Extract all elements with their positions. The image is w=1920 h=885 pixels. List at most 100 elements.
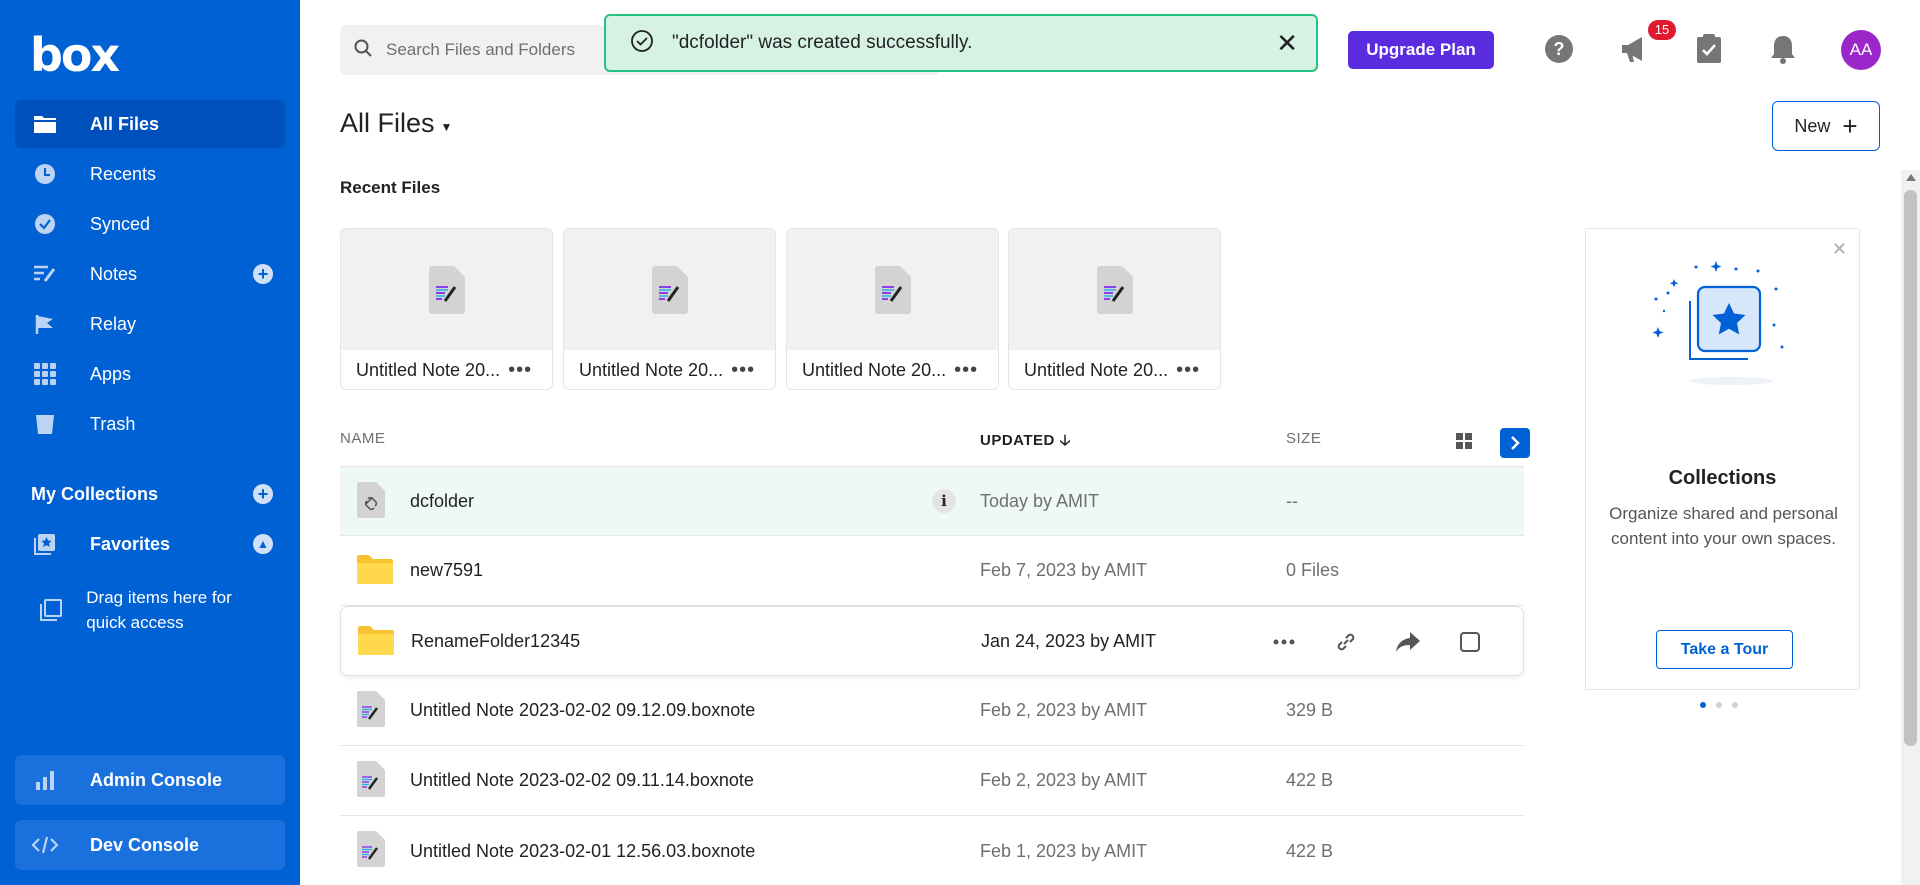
sidebar-item-favorites[interactable]: Favorites ▲ [15,520,285,568]
close-icon[interactable]: ✕ [1832,239,1847,260]
scrollbar[interactable] [1901,170,1920,885]
file-name[interactable]: RenameFolder12345 [411,631,580,652]
select-checkbox[interactable] [1457,629,1483,655]
column-header-name[interactable]: NAME [340,430,385,447]
sidebar-item-recents[interactable]: Recents [15,150,285,198]
file-size: -- [1286,490,1298,511]
file-name[interactable]: Untitled Note 2023-02-02 09.11.14.boxnot… [410,770,754,791]
bell-icon[interactable] [1766,32,1800,66]
more-options-icon[interactable] [1271,629,1297,655]
page-title[interactable]: All Files ▼ [340,108,452,139]
help-icon[interactable]: ? [1542,32,1576,66]
admin-console-button[interactable]: Admin Console [15,755,285,805]
chevron-right-icon [1511,436,1520,450]
toggle-sidebar-button[interactable] [1500,428,1530,458]
file-name[interactable]: dcfolder [410,491,474,512]
recent-file-thumbnail [564,229,775,350]
search-input[interactable] [386,40,586,60]
boxnote-icon [356,760,386,803]
more-options-icon[interactable]: ••• [1176,359,1200,382]
recent-file-card[interactable]: Untitled Note 20... ••• [340,228,553,390]
recent-file-name: Untitled Note 20... [1024,360,1169,380]
box-logo[interactable]: box [30,28,120,82]
scrollbar-thumb[interactable] [1904,190,1917,746]
megaphone-icon[interactable] [1617,32,1651,66]
table-row[interactable]: new7591 Feb 7, 2023 by AMIT 0 Files [340,536,1524,606]
copy-icon [40,599,62,635]
new-button[interactable]: New + [1772,101,1880,151]
recent-file-name: Untitled Note 20... [802,360,947,380]
sidebar-item-my-collections[interactable]: My Collections + [15,470,285,518]
table-row[interactable]: Untitled Note 2023-02-02 09.12.09.boxnot… [340,676,1524,746]
recent-file-card[interactable]: Untitled Note 20... ••• [786,228,999,390]
file-updated: Feb 2, 2023 by AMIT [980,700,1148,720]
search-icon [354,39,372,62]
tasks-clipboard-icon[interactable] [1692,32,1726,66]
success-toast: "dcfolder" was created successfully. ✕ [604,14,1318,72]
check-circle-icon [630,29,654,58]
file-updated: Feb 2, 2023 by AMIT [980,770,1148,790]
table-row[interactable]: dcfolder i Today by AMIT -- [340,466,1524,536]
sidebar-item-apps[interactable]: Apps [15,350,285,398]
share-icon[interactable] [1395,629,1421,655]
sidebar-item-relay[interactable]: Relay [15,300,285,348]
carousel-dot[interactable] [1716,702,1722,708]
file-name[interactable]: new7591 [410,560,483,581]
recent-files-title: Recent Files [340,178,441,197]
new-button-label: New [1794,115,1831,136]
table-row[interactable]: Untitled Note 2023-02-01 12.56.03.boxnot… [340,816,1524,885]
add-collection-button[interactable]: + [253,484,273,504]
column-header-updated-label: UPDATED [980,432,1055,449]
table-row[interactable]: RenameFolder12345 Jan 24, 2023 by AMIT [340,606,1524,676]
file-name[interactable]: Untitled Note 2023-02-01 12.56.03.boxnot… [410,841,755,862]
avatar[interactable]: AA [1841,30,1881,70]
carousel-dots [1700,702,1748,708]
collections-promo-panel: ✕ Collections Organize shared and person… [1585,228,1860,690]
recent-file-thumbnail [787,229,998,350]
folder-icon [356,550,394,591]
more-options-icon[interactable]: ••• [954,359,978,382]
sidebar-item-notes[interactable]: Notes + [15,250,285,298]
collapse-favorites-icon[interactable]: ▲ [253,534,273,554]
column-header-updated[interactable]: UPDATED 🡣 [980,430,1071,455]
folder-icon [30,112,60,136]
sidebar-item-label: Apps [90,363,132,384]
recent-file-name: Untitled Note 20... [579,360,724,380]
trash-icon [30,412,60,436]
sidebar-item-all-files[interactable]: All Files [15,100,285,148]
folder-icon [357,621,395,662]
sidebar-item-label: Relay [90,313,137,334]
more-options-icon[interactable]: ••• [508,359,532,382]
collections-description: Organize shared and personal content int… [1609,504,1838,548]
file-size: 0 Files [1286,560,1340,580]
sidebar-item-synced[interactable]: Synced [15,200,285,248]
carousel-dot[interactable] [1700,702,1706,708]
recent-file-card[interactable]: Untitled Note 20... ••• [1008,228,1221,390]
carousel-dot[interactable] [1732,702,1738,708]
recent-file-card[interactable]: Untitled Note 20... ••• [563,228,776,390]
table-row[interactable]: Untitled Note 2023-02-02 09.11.14.boxnot… [340,746,1524,816]
add-note-button[interactable]: + [253,264,273,284]
svg-text:?: ? [1554,39,1565,59]
toast-message: "dcfolder" was created successfully. [672,32,973,53]
dev-console-button[interactable]: Dev Console [15,820,285,870]
sidebar-item-trash[interactable]: Trash [15,400,285,448]
info-icon[interactable]: i [932,489,956,513]
sidebar-item-label: Trash [90,413,136,434]
more-options-icon[interactable]: ••• [731,359,755,382]
file-updated: Feb 7, 2023 by AMIT [980,560,1148,580]
link-icon[interactable] [1333,629,1359,655]
grid-view-icon[interactable] [1456,432,1472,454]
file-name[interactable]: Untitled Note 2023-02-02 09.12.09.boxnot… [410,700,755,721]
take-a-tour-button[interactable]: Take a Tour [1656,630,1793,669]
scroll-up-icon[interactable] [1906,174,1916,181]
favorites-drag-hint: Drag items here for quick access [40,585,270,635]
sidebar-item-label: Recents [90,163,157,184]
upgrade-plan-button[interactable]: Upgrade Plan [1348,31,1494,69]
apps-grid-icon [30,362,60,386]
clock-icon [30,162,60,186]
caret-down-icon: ▼ [440,119,453,134]
close-icon[interactable]: ✕ [1276,30,1298,56]
column-header-size[interactable]: SIZE [1286,430,1321,447]
sidebar: box All Files Recents Synced Notes + Rel… [0,0,300,885]
